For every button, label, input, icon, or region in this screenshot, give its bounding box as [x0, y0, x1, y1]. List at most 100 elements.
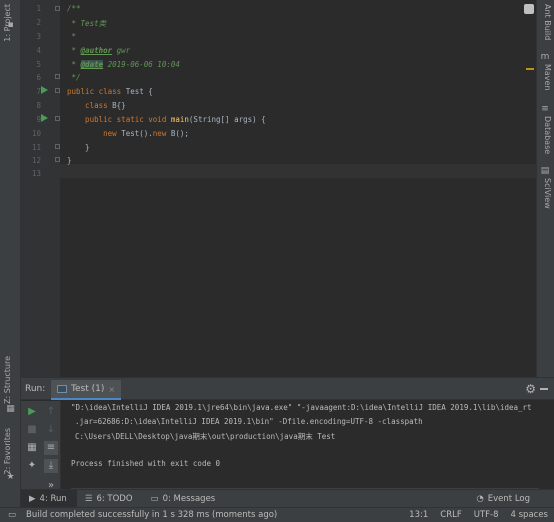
- fold-icon[interactable]: [55, 116, 60, 121]
- line-number: 3: [36, 32, 41, 41]
- code-token: gwr: [112, 46, 131, 55]
- status-widgets: 13:1 CRLF UTF-8 4 spaces: [409, 510, 548, 520]
- fold-icon[interactable]: [55, 6, 60, 11]
- console-line: C:\Users\DELL\Desktop\java期末\out\product…: [75, 432, 336, 441]
- soft-wrap-icon[interactable]: ≡: [44, 441, 58, 455]
- code-editor[interactable]: 1 2 3 4 5 6 7 8 9 10 11 12 13 /** * Test…: [21, 0, 536, 377]
- error-stripe-marker[interactable]: [526, 68, 534, 70]
- fold-icon[interactable]: [55, 74, 60, 79]
- run-main-icon[interactable]: [41, 114, 48, 122]
- caret-position[interactable]: 13:1: [409, 510, 428, 520]
- keyword: class: [67, 101, 113, 110]
- inspection-ok-icon[interactable]: [524, 4, 534, 14]
- messages-tool-tab[interactable]: ▭ 0: Messages: [143, 490, 226, 508]
- doc-tag: @author: [80, 46, 113, 55]
- status-bar: ▭ Build completed successfully in 1 s 32…: [0, 507, 554, 522]
- ant-build-tool-tab[interactable]: Ant Build: [543, 4, 552, 40]
- status-message[interactable]: Build completed successfully in 1 s 328 …: [26, 510, 277, 520]
- sciview-tool-tab[interactable]: SciView: [543, 178, 552, 209]
- run-panel-header: Run: Test (1) × ⚙: [21, 378, 554, 400]
- maven-tool-tab[interactable]: Maven: [543, 64, 552, 91]
- messages-tool-tab-label: 0: Messages: [162, 493, 216, 504]
- console-line: .jar=62686:D:\idea\IntelliJ IDEA 2019.1\…: [75, 417, 423, 426]
- close-icon[interactable]: ×: [108, 385, 115, 394]
- structure-icon: ▦: [6, 404, 15, 414]
- line-number: 4: [36, 46, 41, 55]
- run-config-tab[interactable]: Test (1) ×: [51, 380, 122, 400]
- play-icon: ▶: [29, 493, 36, 504]
- keyword: public static void: [67, 115, 171, 124]
- indent-setting[interactable]: 4 spaces: [511, 510, 548, 520]
- code-token: Test {: [125, 87, 153, 96]
- line-number: 6: [36, 73, 41, 82]
- messages-icon: ▭: [150, 493, 159, 504]
- event-log-icon: ◔: [476, 494, 484, 504]
- fold-icon[interactable]: [55, 157, 60, 162]
- code-line: * @date 2019-06-06 10:04: [67, 60, 180, 69]
- run-config-icon: [57, 385, 67, 393]
- window-icon[interactable]: ▭: [8, 510, 16, 520]
- code-token: *: [67, 60, 81, 69]
- code-line: class B{}: [67, 101, 126, 110]
- code-line: * @author gwr: [67, 46, 131, 55]
- doc-tag: @date: [80, 60, 104, 69]
- sciview-icon: ▤: [540, 166, 550, 176]
- console-line: "D:\idea\IntelliJ IDEA 2019.1\jre64\bin\…: [71, 403, 532, 412]
- code-line: }: [67, 156, 72, 165]
- gear-icon[interactable]: ⚙: [525, 382, 536, 396]
- line-number: 10: [31, 129, 41, 138]
- code-token: B{}: [112, 101, 126, 110]
- right-tool-strip: Ant Build m Maven ≡ Database ▤ SciView: [536, 0, 554, 377]
- pin-icon[interactable]: ✦: [25, 459, 39, 473]
- run-tool-tab-label: 4: Run: [39, 493, 67, 504]
- code-line: * Test类: [67, 18, 107, 29]
- event-log-label: Event Log: [487, 494, 530, 504]
- code-token: *: [67, 19, 81, 28]
- line-number: 1: [36, 4, 41, 13]
- code-line: public static void main(String[] args) {: [67, 115, 266, 124]
- run-class-icon[interactable]: [41, 86, 48, 94]
- run-tool-tab[interactable]: ▶ 4: Run: [21, 489, 77, 508]
- fold-icon[interactable]: [55, 144, 60, 149]
- code-line: *: [67, 32, 77, 41]
- code-token: Test().: [121, 129, 153, 138]
- console-line: Process finished with exit code 0: [71, 459, 221, 468]
- stop-icon[interactable]: ■: [25, 423, 39, 437]
- code-line: public class Test {: [67, 87, 153, 96]
- layout-icon[interactable]: ▦: [25, 441, 39, 455]
- maven-icon: m: [540, 52, 550, 62]
- minimize-icon[interactable]: [540, 388, 548, 390]
- line-separator[interactable]: CRLF: [440, 510, 461, 520]
- run-config-tab-label: Test (1): [71, 384, 105, 394]
- current-line-highlight: [60, 164, 536, 178]
- console-output[interactable]: "D:\idea\IntelliJ IDEA 2019.1\jre64\bin\…: [71, 403, 551, 488]
- keyword: public class: [67, 87, 126, 96]
- line-number: 8: [36, 101, 41, 110]
- scroll-to-end-icon[interactable]: ⤓: [44, 459, 58, 473]
- up-arrow-icon[interactable]: ↑: [44, 405, 58, 419]
- rerun-icon[interactable]: ▶: [25, 405, 39, 419]
- code-token: Test类: [80, 19, 107, 28]
- database-tool-tab[interactable]: Database: [543, 116, 552, 154]
- editor-gutter: 1 2 3 4 5 6 7 8 9 10 11 12 13: [21, 0, 60, 377]
- fold-icon[interactable]: [55, 88, 60, 93]
- star-icon: ★: [6, 472, 15, 482]
- down-arrow-icon[interactable]: ↓: [44, 423, 58, 437]
- code-token: B();: [170, 129, 189, 138]
- structure-tool-tab[interactable]: Z: Structure: [3, 356, 12, 404]
- code-token: (String[] args) {: [188, 115, 266, 124]
- line-number: 12: [31, 156, 41, 165]
- file-encoding[interactable]: UTF-8: [474, 510, 499, 520]
- favorites-tool-tab[interactable]: 2: Favorites: [3, 428, 12, 474]
- keyword: new: [152, 129, 171, 138]
- line-number: 7: [36, 87, 41, 96]
- code-token: *: [67, 46, 81, 55]
- run-panel: Run: Test (1) × ⚙ ▶ ↑ ■ ↓ ▦ ≡ ✦ ⤓ » "D:\…: [21, 377, 554, 508]
- tool-window-bar: ▶ 4: Run ☰ 6: TODO ▭ 0: Messages ◔ Event…: [21, 489, 554, 508]
- code-line: new Test().new B();: [67, 129, 189, 138]
- todo-icon: ☰: [84, 493, 93, 504]
- left-tool-strip: ▪ 1: Project Z: Structure ▦ 2: Favorites…: [0, 0, 21, 518]
- event-log-tool-tab[interactable]: ◔ Event Log: [476, 490, 530, 508]
- todo-tool-tab[interactable]: ☰ 6: TODO: [77, 490, 143, 508]
- project-tool-tab[interactable]: 1: Project: [3, 4, 12, 42]
